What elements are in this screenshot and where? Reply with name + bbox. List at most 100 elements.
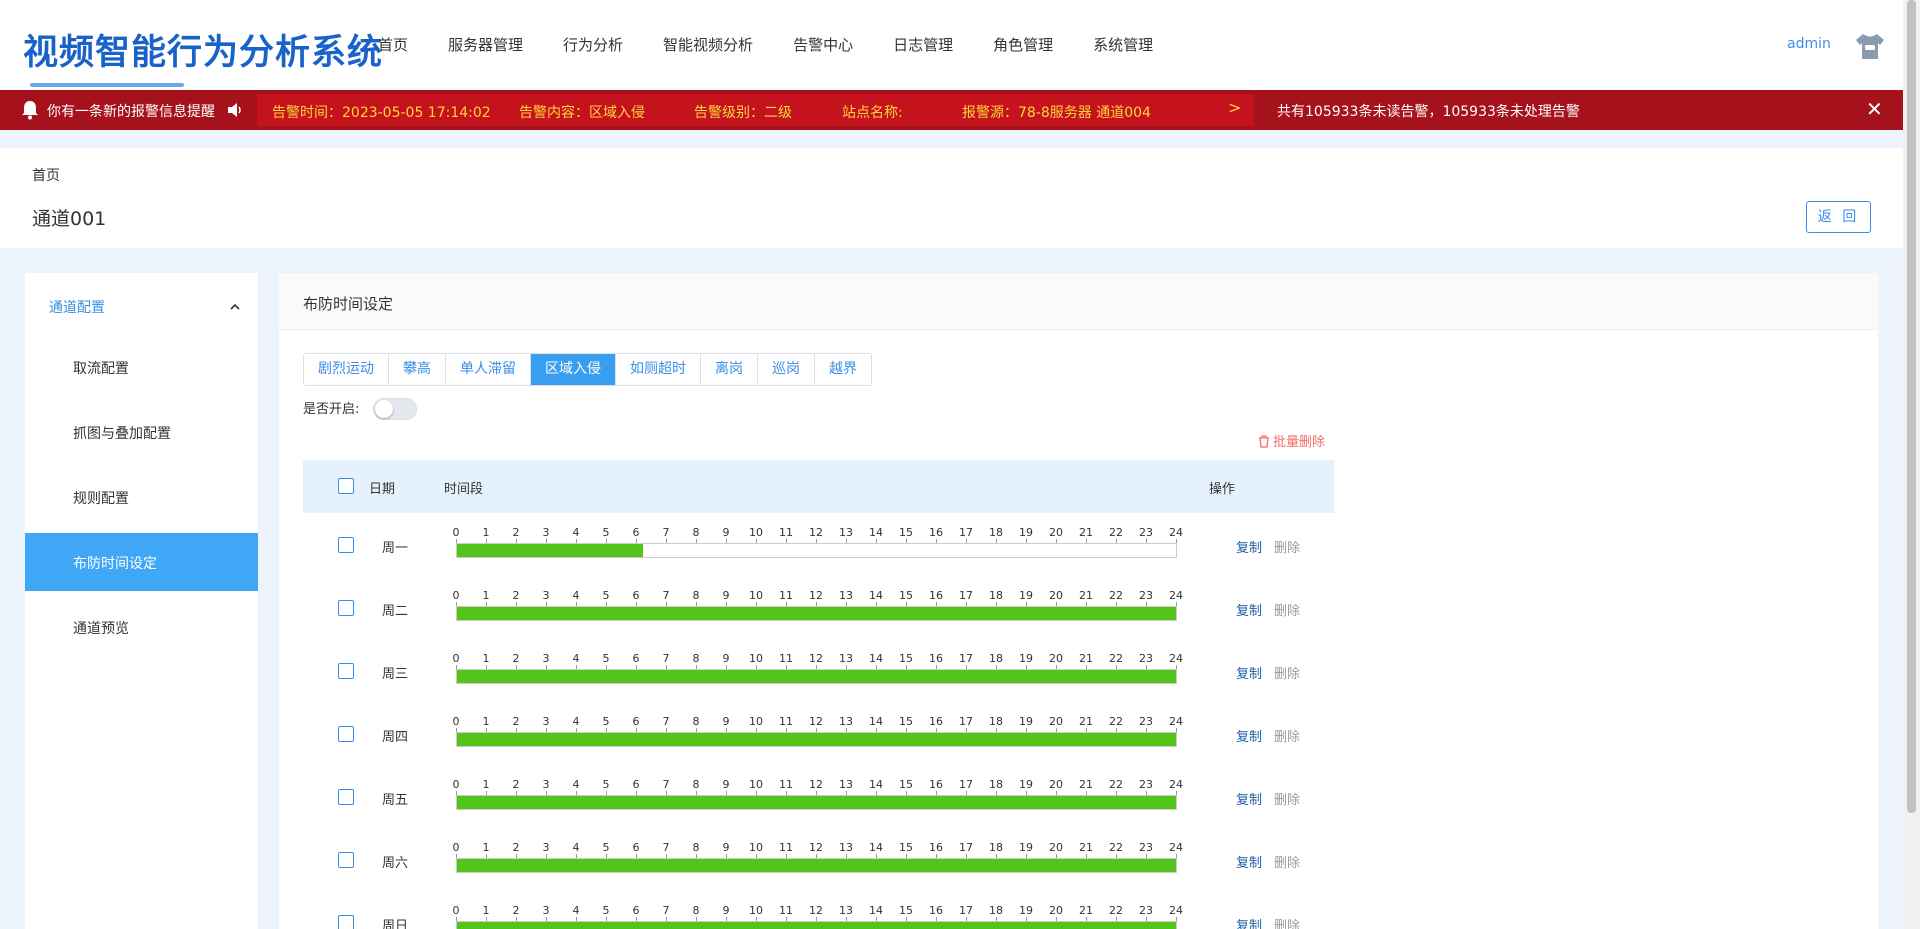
delete-button[interactable]: 删除 (1274, 726, 1300, 745)
schedule-bar[interactable] (456, 543, 1177, 558)
tab-0[interactable]: 剧烈运动 (304, 354, 388, 385)
copy-button[interactable]: 复制 (1236, 915, 1262, 929)
nav-item-6[interactable]: 角色管理 (993, 34, 1053, 55)
sidebar-item-0[interactable]: 取流配置 (25, 338, 258, 396)
nav-item-7[interactable]: 系统管理 (1093, 34, 1153, 55)
hour-label: 24 (1169, 778, 1183, 791)
copy-button[interactable]: 复制 (1236, 852, 1262, 871)
select-all-checkbox[interactable] (338, 478, 354, 494)
schedule-fill[interactable] (457, 733, 1176, 746)
sidebar-group-channel-config[interactable]: 通道配置 (25, 273, 258, 338)
hour-label: 13 (839, 652, 853, 665)
nav-item-0[interactable]: 首页 (378, 34, 408, 55)
row-checkbox[interactable] (338, 726, 354, 742)
hour-label: 2 (512, 841, 520, 854)
chevron-up-icon (230, 303, 240, 310)
page-title: 通道001 (32, 208, 107, 230)
alarm-info[interactable]: 告警时间：2023-05-05 17:14:02 告警内容：区域入侵 告警级别：… (257, 94, 1254, 126)
sidebar-item-1[interactable]: 抓图与叠加配置 (25, 403, 258, 461)
nav-item-1[interactable]: 服务器管理 (448, 34, 523, 55)
hour-label: 21 (1079, 526, 1093, 539)
page-scrollbar[interactable] (1903, 0, 1920, 929)
hour-label: 11 (779, 526, 793, 539)
schedule-fill[interactable] (457, 796, 1176, 809)
schedule-bar[interactable] (456, 795, 1177, 810)
hour-label: 22 (1109, 778, 1123, 791)
schedule-fill[interactable] (457, 544, 643, 557)
copy-button[interactable]: 复制 (1236, 789, 1262, 808)
nav-item-2[interactable]: 行为分析 (563, 34, 623, 55)
hour-label: 11 (779, 589, 793, 602)
schedule-bar[interactable] (456, 732, 1177, 747)
top-header: 视频智能行为分析系统 首页 服务器管理 行为分析 智能视频分析 告警中心 日志管理 角色管理… (0, 0, 1903, 90)
sidebar-item-4[interactable]: 通道预览 (25, 598, 258, 656)
delete-button[interactable]: 删除 (1274, 537, 1300, 556)
speaker-icon[interactable] (226, 101, 244, 119)
tab-4[interactable]: 如厕超时 (615, 354, 700, 385)
table-row: 周四 0 1 2 3 4 5 6 7 8 9 10 11 12 13 14 15 16 17 18 19 20 21 22 23… (303, 702, 1334, 765)
schedule-bar[interactable] (456, 921, 1177, 929)
hour-label: 7 (662, 589, 670, 602)
nav-item-5[interactable]: 日志管理 (893, 34, 953, 55)
schedule-bar[interactable] (456, 858, 1177, 873)
row-checkbox[interactable] (338, 915, 354, 929)
close-icon[interactable]: ✕ (1866, 97, 1883, 121)
hour-label: 2 (512, 526, 520, 539)
hour-label: 17 (959, 904, 973, 917)
delete-button[interactable]: 删除 (1274, 600, 1300, 619)
scrollbar-thumb[interactable] (1907, 0, 1916, 813)
sidebar-item-2[interactable]: 规则配置 (25, 468, 258, 526)
tab-5[interactable]: 离岗 (700, 354, 757, 385)
hour-label: 14 (869, 589, 883, 602)
delete-button[interactable]: 删除 (1274, 789, 1300, 808)
hour-label: 10 (749, 715, 763, 728)
hour-label: 22 (1109, 589, 1123, 602)
copy-button[interactable]: 复制 (1236, 663, 1262, 682)
schedule-fill[interactable] (457, 922, 1176, 929)
enable-toggle[interactable] (373, 398, 417, 420)
copy-button[interactable]: 复制 (1236, 537, 1262, 556)
nav-item-4[interactable]: 告警中心 (793, 34, 853, 55)
breadcrumb[interactable]: 首页 (32, 165, 60, 185)
hour-label: 7 (662, 526, 670, 539)
tab-6[interactable]: 巡岗 (757, 354, 814, 385)
schedule-fill[interactable] (457, 859, 1176, 872)
hour-label: 19 (1019, 526, 1033, 539)
row-checkbox[interactable] (338, 789, 354, 805)
user-avatar-icon[interactable] (1854, 31, 1886, 61)
schedule-fill[interactable] (457, 670, 1176, 683)
table-header: 日期 时间段 操作 (303, 460, 1334, 513)
user-name[interactable]: admin (1787, 36, 1831, 52)
tab-3[interactable]: 区域入侵 (530, 354, 615, 385)
alarm-next-button[interactable]: > (1228, 98, 1241, 117)
row-checkbox[interactable] (338, 663, 354, 679)
sidebar-item-label: 规则配置 (73, 491, 129, 507)
delete-button[interactable]: 删除 (1274, 663, 1300, 682)
hour-label: 18 (989, 904, 1003, 917)
tab-1[interactable]: 攀高 (388, 354, 445, 385)
row-checkbox[interactable] (338, 600, 354, 616)
batch-delete-button[interactable]: 批量删除 (1258, 431, 1325, 450)
row-day: 周六 (382, 856, 409, 871)
copy-button[interactable]: 复制 (1236, 600, 1262, 619)
schedule-bar[interactable] (456, 669, 1177, 684)
copy-button[interactable]: 复制 (1236, 726, 1262, 745)
sidebar-item-3[interactable]: 布防时间设定 (25, 533, 258, 591)
nav-item-3[interactable]: 智能视频分析 (663, 34, 753, 55)
hour-label: 20 (1049, 778, 1063, 791)
hour-label: 2 (512, 904, 520, 917)
hour-label: 15 (899, 526, 913, 539)
row-checkbox[interactable] (338, 852, 354, 868)
hour-label: 12 (809, 778, 823, 791)
delete-button[interactable]: 删除 (1274, 852, 1300, 871)
back-button[interactable]: 返 回 (1806, 201, 1871, 233)
app-logo[interactable]: 视频智能行为分析系统 (23, 24, 383, 75)
hour-label: 2 (512, 589, 520, 602)
tab-7[interactable]: 越界 (814, 354, 871, 385)
tab-2[interactable]: 单人滞留 (445, 354, 530, 385)
hour-label: 5 (602, 652, 610, 665)
schedule-bar[interactable] (456, 606, 1177, 621)
row-checkbox[interactable] (338, 537, 354, 553)
delete-button[interactable]: 删除 (1274, 915, 1300, 929)
schedule-fill[interactable] (457, 607, 1176, 620)
